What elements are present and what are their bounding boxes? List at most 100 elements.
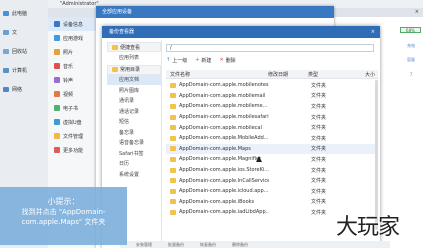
sidebar-item-device-info[interactable]: 设备信息 (48, 17, 102, 31)
desktop-item[interactable]: 网络 (0, 84, 48, 95)
bottom-item[interactable]: 删除备份 (232, 242, 248, 248)
mouse-cursor-icon (256, 156, 262, 162)
right-item: 7 (409, 71, 413, 77)
folder-icon (112, 44, 118, 50)
close-icon[interactable]: × (415, 8, 419, 17)
path-input[interactable]: / (166, 44, 374, 52)
sidebar-item-udisk[interactable]: 虚拟U盘 (48, 115, 102, 129)
folder-icon (170, 188, 176, 194)
folder-icon (170, 146, 176, 152)
file-row[interactable]: AppDomain-com.apple.mobilenotes 文件夹 (166, 80, 378, 91)
close-icon[interactable]: × (371, 26, 375, 38)
plus-icon: + (195, 57, 200, 63)
sidebar-item-video[interactable]: 视频 (48, 87, 102, 101)
user-label: "Administrator" (60, 1, 99, 7)
file-table-header: 文件名称 修改日期 类型 大小 (166, 70, 378, 79)
folder-icon (170, 135, 176, 141)
folder-icon (112, 67, 118, 72)
tree-item[interactable]: 照片图库 (107, 85, 161, 96)
file-row[interactable]: AppDomain-com.apple.Magnifier 文件夹 (166, 154, 378, 165)
more-icon (54, 147, 60, 153)
tree-item[interactable]: 系统设置 (107, 169, 161, 180)
sidebar-item-ringtones[interactable]: 铃声 (48, 73, 102, 87)
toolbar: ↑ 上一级 + 新建 ✕ 删除 (166, 56, 236, 64)
book-icon (54, 105, 60, 111)
column-name[interactable]: 文件名称 (166, 71, 268, 78)
photo-icon (54, 49, 60, 55)
file-row[interactable]: AppDomain-com.apple.MobileAdd... 文件夹 (166, 133, 378, 144)
usb-icon (54, 119, 60, 125)
new-folder-button[interactable]: + 新建 (195, 57, 211, 64)
sidebar-item-more[interactable]: 更多功能 (48, 143, 102, 157)
column-type[interactable]: 类型 (308, 71, 348, 78)
tree-item[interactable]: 短信 (107, 117, 161, 128)
bottom-item[interactable]: 恢复备份 (200, 242, 216, 248)
desktop-item[interactable]: 文 (0, 27, 48, 38)
tip-caption: 小提示： 找到并点击 "AppDomain- com.apple.Maps" 文… (0, 187, 127, 245)
folder-icon (170, 156, 176, 162)
file-row[interactable]: AppDomain-com.apple.mobilesafari 文件夹 (166, 112, 378, 123)
folder-icon (170, 125, 176, 131)
delete-button[interactable]: ✕ 删除 (219, 57, 235, 64)
file-row[interactable]: AppDomain-com.apple.icloud.app... 文件夹 (166, 186, 378, 197)
tip-line: com.apple.Maps" 文件夹 (21, 218, 106, 226)
backup-viewer-titlebar: 备份查看器 × (102, 26, 380, 38)
right-item: 容量 (407, 57, 415, 62)
battery-badge: 68% (400, 27, 421, 33)
folder-icon (54, 133, 60, 139)
phone-icon (54, 21, 60, 27)
tree-item[interactable]: 日历 (107, 159, 161, 170)
folder-icon (170, 167, 176, 173)
delete-icon: ✕ (219, 57, 224, 63)
file-row-maps[interactable]: AppDomain-com.apple.Maps 文件夹 (166, 143, 378, 155)
folder-icon (170, 82, 176, 88)
music-icon (54, 63, 60, 69)
video-icon (54, 91, 60, 97)
file-row[interactable]: AppDomain-com.apple.ios.StoreKi... 文件夹 (166, 165, 378, 176)
sidebar-item-apps[interactable]: 应用游戏 (48, 31, 102, 45)
file-row[interactable]: AppDomain-com.apple.iBooks 文件夹 (166, 197, 378, 208)
column-date[interactable]: 修改日期 (268, 71, 308, 78)
bell-icon (54, 77, 60, 83)
file-row[interactable]: AppDomain-com.apple.mobilecal 文件夹 (166, 122, 378, 133)
desktop-item[interactable]: 此电脑 (0, 8, 48, 19)
tip-line: 找到并点击 "AppDomain- (21, 208, 106, 216)
backup-viewer-title: 备份查看器 (109, 29, 135, 35)
tree-item[interactable]: 通讯录 (107, 96, 161, 107)
tree-group-quick-view[interactable]: 便捷查看 (107, 42, 161, 52)
folder-icon (170, 199, 176, 205)
back-button[interactable]: ↑ 上一级 (166, 57, 187, 64)
device-dialog-title: 全部应用设备 (96, 6, 334, 18)
column-size[interactable]: 大小 (348, 71, 378, 78)
folder-icon (170, 114, 176, 120)
bottom-bar: 安装管理 批量备份 恢复备份 删除备份 (120, 241, 390, 248)
bottom-item[interactable]: 安装管理 (136, 242, 152, 248)
watermark-logo: 大玩家 (336, 215, 400, 240)
sidebar-item-music[interactable]: 音乐 (48, 59, 102, 73)
sidebar-item-ebooks[interactable]: 电子书 (48, 101, 102, 115)
tree-item[interactable]: Safari书签 (107, 148, 161, 159)
tip-heading: 小提示： (47, 197, 80, 206)
file-row[interactable]: AppDomain-com.apple.mobilemail 文件夹 (166, 91, 378, 102)
tree-item-app-list[interactable]: 应用列表 (107, 52, 161, 63)
file-row[interactable]: AppDomain-com.apple.InCallService 文件夹 (166, 175, 378, 186)
folder-icon (170, 209, 176, 215)
sidebar-item-files[interactable]: 文件管理 (48, 129, 102, 143)
arrow-up-icon: ↑ (166, 57, 171, 63)
tree-item[interactable]: 语音备忘录 (107, 138, 161, 149)
file-row[interactable]: AppDomain-com.apple.mobileme... 文件夹 (166, 101, 378, 112)
right-item: 充电 (407, 43, 415, 48)
scrollbar[interactable] (375, 80, 378, 230)
tree-group-common[interactable]: 常用目录 (107, 64, 161, 75)
tree-item-app-docs[interactable]: 应用文档 (107, 74, 161, 85)
sidebar-item-photos[interactable]: 照片 (48, 45, 102, 59)
tree-item[interactable]: 备忘录 (107, 127, 161, 138)
folder-icon (170, 103, 176, 109)
tree-item[interactable]: 通话记录 (107, 106, 161, 117)
right-panel: 充电 容量 7 (399, 17, 423, 248)
desktop-item[interactable]: 计算机 (0, 65, 48, 76)
desktop-item[interactable]: 回收站 (0, 46, 48, 57)
file-list: AppDomain-com.apple.mobilenotes 文件夹 AppDo… (166, 80, 378, 218)
apps-icon (54, 35, 60, 41)
bottom-item[interactable]: 批量备份 (168, 242, 184, 248)
